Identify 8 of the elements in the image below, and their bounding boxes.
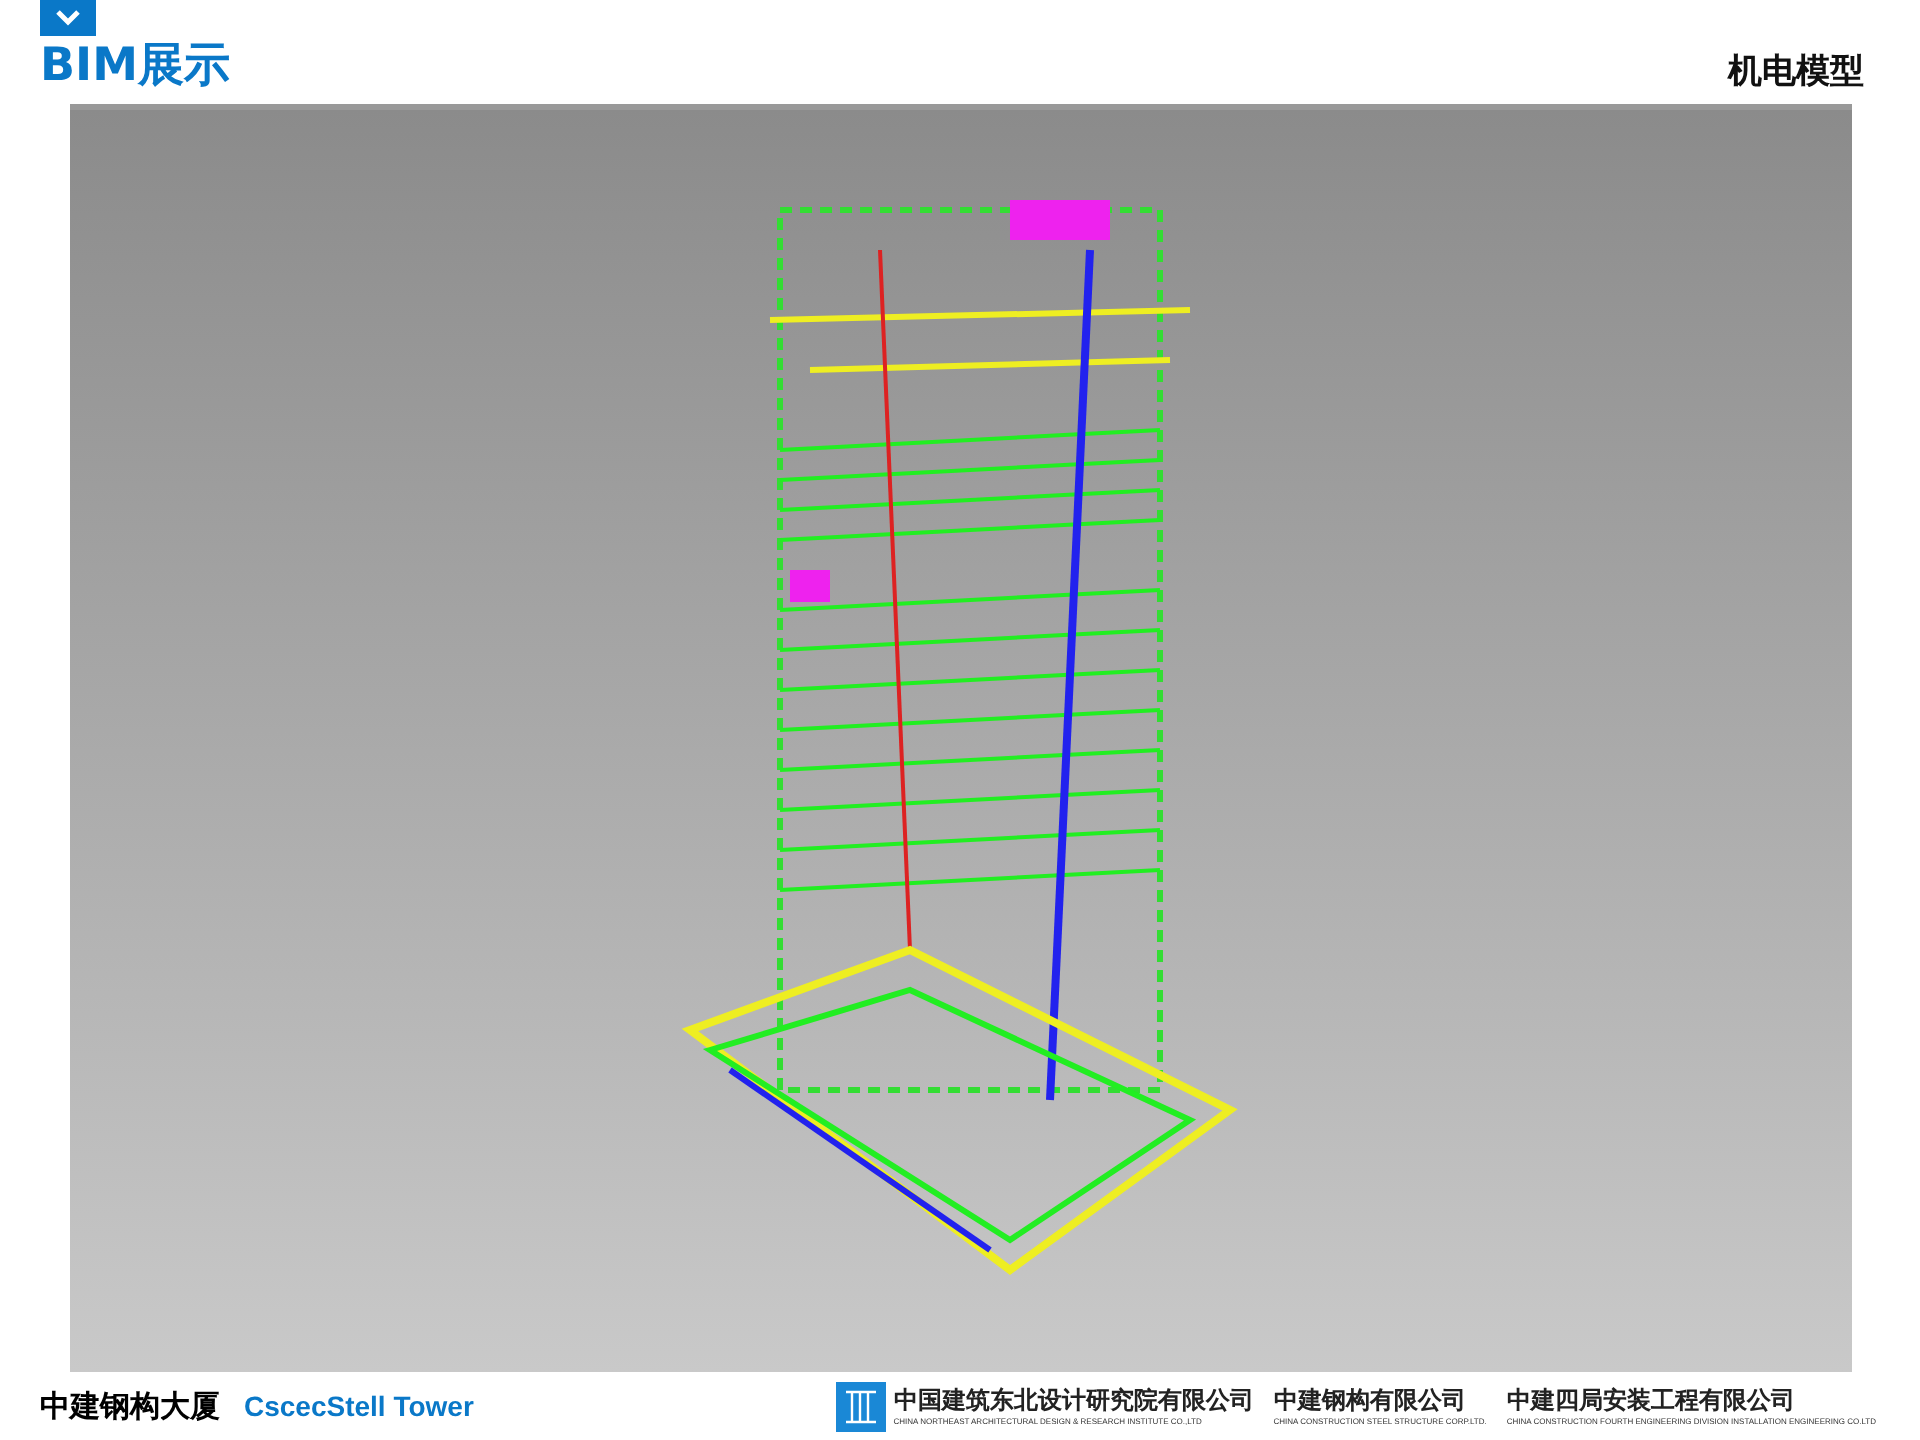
chevron-down-icon [40, 0, 96, 36]
company-name: 中建钢构有限公司 [1273, 1385, 1468, 1415]
company-name: 中国建筑东北设计研究院有限公司 [893, 1385, 1254, 1415]
project-name: 中建钢构大厦 [40, 1385, 220, 1428]
section-title: 机电模型 [1728, 50, 1864, 96]
page-title: BIM展示 [40, 38, 230, 96]
company-name: 中建四局安装工程有限公司 [1506, 1385, 1797, 1415]
project-name-english: CscecStell Tower [244, 1387, 474, 1425]
